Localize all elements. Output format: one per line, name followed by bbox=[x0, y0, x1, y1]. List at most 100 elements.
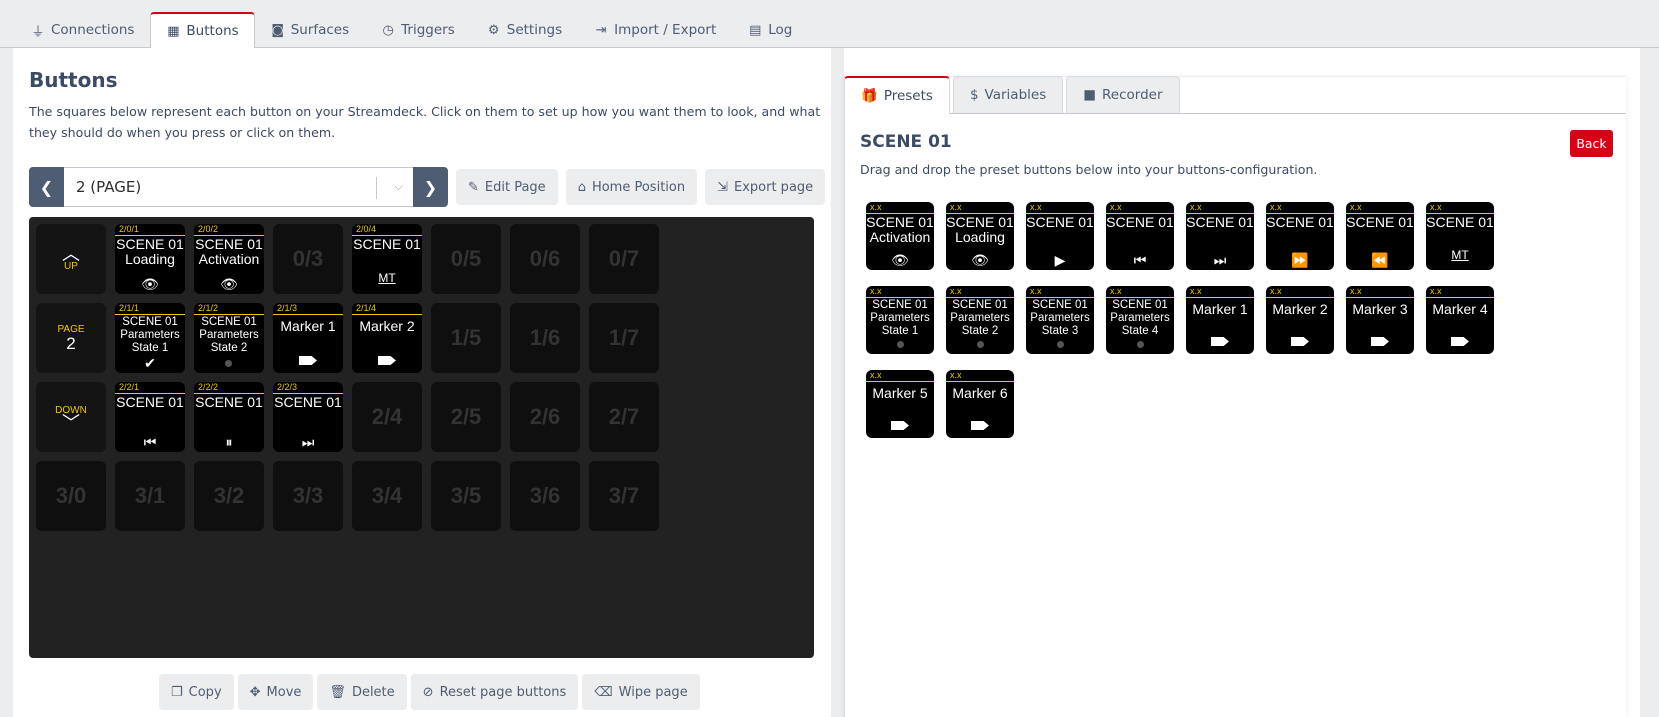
grid-button-2-2-3[interactable]: 2/2/3 SCENE 01 ⏭ bbox=[273, 382, 343, 452]
page-button[interactable]: PAGE 2 bbox=[36, 303, 106, 373]
tab-label: Recorder bbox=[1102, 87, 1163, 103]
gamepad-icon: ◙ bbox=[271, 22, 284, 38]
preset-button[interactable]: x.x SCENE 01 Activation 👁 bbox=[866, 202, 934, 270]
empty-slot[interactable]: 3/3 bbox=[273, 461, 343, 531]
empty-slot[interactable]: 2/4 bbox=[352, 382, 422, 452]
preset-label: x.x bbox=[866, 202, 934, 214]
tab-connections[interactable]: ⏚ Connections bbox=[15, 12, 150, 48]
button-grid: ︿ UP 2/0/1 SCENE 01 Loading 👁 2/0/2 SCEN… bbox=[29, 217, 814, 658]
pencil-icon: ✎ bbox=[468, 179, 479, 195]
preset-button[interactable]: x.x SCENE 01 Parameters State 1 bbox=[866, 286, 934, 354]
page-title: Buttons bbox=[29, 68, 118, 92]
tab-triggers[interactable]: ◷ Triggers bbox=[365, 12, 471, 48]
empty-slot[interactable]: 3/6 bbox=[510, 461, 580, 531]
empty-slot[interactable]: 2/5 bbox=[431, 382, 501, 452]
empty-slot[interactable]: 3/2 bbox=[194, 461, 264, 531]
copy-button[interactable]: ❐ Copy bbox=[159, 674, 234, 710]
edit-page-label: Edit Page bbox=[484, 179, 546, 195]
empty-slot[interactable]: 3/0 bbox=[36, 461, 106, 531]
button-text: SCENE 01 bbox=[195, 394, 263, 410]
grid-button-2-1-2[interactable]: 2/1/2 SCENE 01 Parameters State 2 bbox=[194, 303, 264, 373]
button-text: SCENE 01 Parameters State 2 bbox=[199, 316, 259, 354]
down-button[interactable]: DOWN ﹀ bbox=[36, 382, 106, 452]
preset-button[interactable]: x.x Marker 1 bbox=[1186, 286, 1254, 354]
tab-buttons[interactable]: ▦ Buttons bbox=[150, 12, 255, 49]
empty-slot[interactable]: 2/6 bbox=[510, 382, 580, 452]
grid-button-2-1-3[interactable]: 2/1/3 Marker 1 bbox=[273, 303, 343, 373]
grid-button-2-0-4[interactable]: 2/0/4 SCENE 01 MT bbox=[352, 224, 422, 294]
prev-page-button[interactable]: ❮ bbox=[29, 167, 64, 207]
up-button[interactable]: ︿ UP bbox=[36, 224, 106, 294]
status-dot-icon bbox=[1137, 341, 1144, 348]
tab-label: Settings bbox=[506, 22, 563, 38]
empty-slot[interactable]: 0/5 bbox=[431, 224, 501, 294]
preset-button[interactable]: x.x SCENE 01 ▶ bbox=[1026, 202, 1094, 270]
back-button[interactable]: Back bbox=[1570, 130, 1613, 157]
preset-button[interactable]: x.x SCENE 01 Parameters State 2 bbox=[946, 286, 1014, 354]
preset-button[interactable]: x.x SCENE 01 ⏮ bbox=[1106, 202, 1174, 270]
empty-slot[interactable]: 0/3 bbox=[273, 224, 343, 294]
skip-back-icon: ⏮ bbox=[143, 434, 157, 450]
preset-button[interactable]: x.x SCENE 01 ⏪ bbox=[1346, 202, 1414, 270]
empty-slot[interactable]: 2/7 bbox=[589, 382, 659, 452]
status-dot-icon bbox=[897, 341, 904, 348]
preset-button[interactable]: x.x Marker 4 bbox=[1426, 286, 1494, 354]
tab-recorder[interactable]: ■ Recorder bbox=[1066, 76, 1180, 113]
empty-slot[interactable]: 0/7 bbox=[589, 224, 659, 294]
export-page-button[interactable]: ⇲ Export page bbox=[705, 169, 826, 205]
preset-button[interactable]: x.x SCENE 01 ⏭ bbox=[1186, 202, 1254, 270]
grid-button-2-0-1[interactable]: 2/0/1 SCENE 01 Loading 👁 bbox=[115, 224, 185, 294]
tab-variables[interactable]: $ Variables bbox=[952, 76, 1064, 113]
tab-settings[interactable]: ⚙ Settings bbox=[471, 12, 578, 48]
preset-category-title: SCENE 01 bbox=[860, 132, 952, 152]
preset-button[interactable]: x.x Marker 6 bbox=[946, 370, 1014, 438]
move-button[interactable]: ✥ Move bbox=[237, 674, 314, 710]
empty-slot[interactable]: 3/1 bbox=[115, 461, 185, 531]
grid-button-2-1-4[interactable]: 2/1/4 Marker 2 bbox=[352, 303, 422, 373]
copy-label: Copy bbox=[188, 684, 222, 700]
buttons-panel: Buttons The squares below represent each… bbox=[13, 48, 831, 717]
file-import-icon: ⇥ bbox=[595, 22, 607, 38]
empty-slot[interactable]: 0/6 bbox=[510, 224, 580, 294]
grid-button-2-1-1[interactable]: 2/1/1 SCENE 01 Parameters State 1 ✔ bbox=[115, 303, 185, 373]
preset-text: SCENE 01 Parameters State 1 bbox=[870, 299, 930, 337]
tab-label: Log bbox=[768, 22, 793, 38]
preset-text: SCENE 01 bbox=[1026, 214, 1094, 230]
home-position-button[interactable]: ⌂ Home Position bbox=[565, 169, 698, 205]
preset-text: Marker 2 bbox=[1272, 301, 1328, 317]
grid-button-2-2-1[interactable]: 2/2/1 SCENE 01 ⏮ bbox=[115, 382, 185, 452]
tab-log[interactable]: ▤ Log bbox=[732, 12, 808, 48]
preset-button[interactable]: x.x Marker 3 bbox=[1346, 286, 1414, 354]
edit-page-button[interactable]: ✎ Edit Page bbox=[456, 169, 558, 205]
preset-button[interactable]: x.x Marker 2 bbox=[1266, 286, 1334, 354]
tab-presets[interactable]: 🎁 Presets bbox=[844, 76, 950, 114]
empty-slot[interactable]: 1/7 bbox=[589, 303, 659, 373]
eye-icon: 👁 bbox=[141, 276, 159, 292]
empty-slot[interactable]: 3/4 bbox=[352, 461, 422, 531]
next-page-button[interactable]: ❯ bbox=[413, 167, 448, 207]
empty-slot[interactable]: 3/7 bbox=[589, 461, 659, 531]
reset-page-buttons-button[interactable]: ⊘ Reset page buttons bbox=[410, 674, 579, 710]
delete-button[interactable]: 🗑 Delete bbox=[317, 674, 407, 710]
preset-button[interactable]: x.x SCENE 01 Parameters State 4 bbox=[1106, 286, 1174, 354]
preset-button[interactable]: x.x Marker 5 bbox=[866, 370, 934, 438]
preset-button[interactable]: x.x SCENE 01 Parameters State 3 bbox=[1026, 286, 1094, 354]
tab-label: Triggers bbox=[401, 22, 455, 38]
preset-label: x.x bbox=[1266, 202, 1334, 214]
tab-label: Variables bbox=[984, 87, 1047, 103]
empty-slot[interactable]: 3/5 bbox=[431, 461, 501, 531]
fast-forward-icon: ⏩ bbox=[1291, 252, 1309, 268]
wipe-page-button[interactable]: ⌫ Wipe page bbox=[582, 674, 700, 710]
trash-icon: 🗑 bbox=[329, 684, 346, 700]
empty-slot[interactable]: 1/6 bbox=[510, 303, 580, 373]
empty-slot[interactable]: 1/5 bbox=[431, 303, 501, 373]
preset-button[interactable]: x.x SCENE 01 ⏩ bbox=[1266, 202, 1334, 270]
tab-import-export[interactable]: ⇥ Import / Export bbox=[578, 12, 732, 48]
preset-button[interactable]: x.x SCENE 01 MT bbox=[1426, 202, 1494, 270]
tab-surfaces[interactable]: ◙ Surfaces bbox=[255, 12, 365, 48]
page-select[interactable]: 2 (PAGE) ⌵ bbox=[64, 167, 413, 207]
grid-button-2-2-2[interactable]: 2/2/2 SCENE 01 ⏸ bbox=[194, 382, 264, 452]
right-tabs: 🎁 Presets $ Variables ■ Recorder bbox=[844, 76, 1626, 114]
grid-button-2-0-2[interactable]: 2/0/2 SCENE 01 Activation 👁 bbox=[194, 224, 264, 294]
preset-button[interactable]: x.x SCENE 01 Loading 👁 bbox=[946, 202, 1014, 270]
